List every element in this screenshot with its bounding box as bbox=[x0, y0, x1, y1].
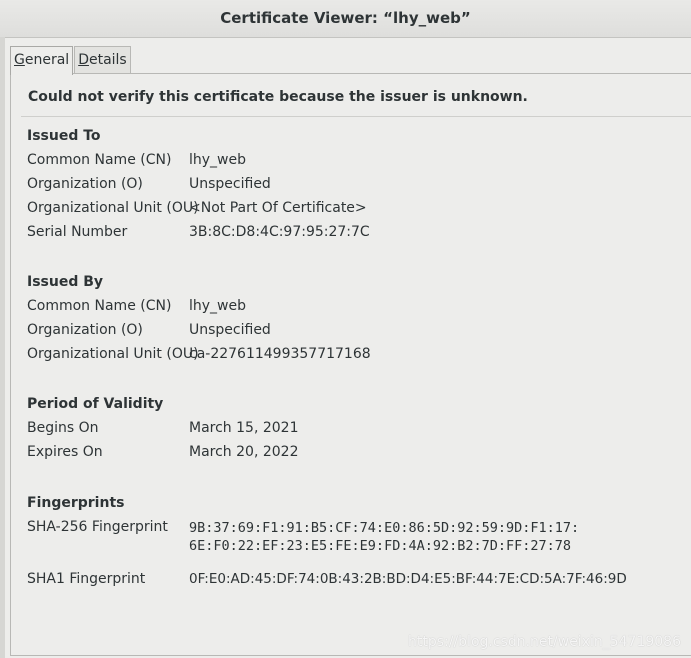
issued-by-cn-label: Common Name (CN) bbox=[27, 298, 172, 314]
sha1-value: 0F:E0:AD:45:DF:74:0B:43:2B:BD:D4:E5:BF:4… bbox=[189, 571, 627, 587]
issued-to-cn-value: lhy_web bbox=[189, 152, 246, 168]
tab-details-label: Details bbox=[78, 52, 127, 68]
sha256-value-line1: 9B:37:69:F1:91:B5:CF:74:E0:86:5D:92:59:9… bbox=[189, 520, 580, 536]
fingerprints-title: Fingerprints bbox=[27, 495, 125, 511]
begins-on-label: Begins On bbox=[27, 420, 99, 436]
issued-to-o-label: Organization (O) bbox=[27, 176, 143, 192]
tab-details[interactable]: Details bbox=[74, 46, 131, 73]
warning-separator bbox=[21, 116, 691, 117]
issued-to-ou-value: <Not Part Of Certificate> bbox=[189, 200, 367, 216]
issued-by-title: Issued By bbox=[27, 274, 104, 290]
window-title: Certificate Viewer: “lhy_web” bbox=[220, 9, 471, 27]
issued-to-title: Issued To bbox=[27, 128, 101, 144]
serial-number-value: 3B:8C:D8:4C:97:95:27:7C bbox=[189, 224, 370, 240]
sha256-label: SHA-256 Fingerprint bbox=[27, 519, 168, 535]
serial-number-label: Serial Number bbox=[27, 224, 128, 240]
window-left-edge bbox=[0, 37, 5, 658]
verification-warning: Could not verify this certificate becaus… bbox=[28, 89, 528, 105]
issued-by-ou-label: Organizational Unit (OU) bbox=[27, 346, 199, 362]
tab-mnemonic: D bbox=[78, 52, 89, 68]
issued-by-cn-value: lhy_web bbox=[189, 298, 246, 314]
watermark-text: https://blog.csdn.net/weixin_54719086 bbox=[407, 634, 681, 650]
tab-bar: General Details bbox=[10, 46, 131, 75]
sha1-label: SHA1 Fingerprint bbox=[27, 571, 146, 587]
sha256-value-line2: 6E:F0:22:EF:23:E5:FE:E9:FD:4A:92:B2:7D:F… bbox=[189, 538, 572, 554]
begins-on-value: March 15, 2021 bbox=[189, 420, 299, 436]
expires-on-label: Expires On bbox=[27, 444, 103, 460]
validity-title: Period of Validity bbox=[27, 396, 164, 412]
issued-by-ou-value: ca-227611499357717168 bbox=[189, 346, 371, 362]
issued-by-o-label: Organization (O) bbox=[27, 322, 143, 338]
issued-to-cn-label: Common Name (CN) bbox=[27, 152, 172, 168]
tab-general[interactable]: General bbox=[10, 46, 74, 75]
issued-to-ou-label: Organizational Unit (OU) bbox=[27, 200, 199, 216]
tab-general-label: General bbox=[14, 52, 70, 68]
issued-to-o-value: Unspecified bbox=[189, 176, 271, 192]
issued-by-o-value: Unspecified bbox=[189, 322, 271, 338]
expires-on-value: March 20, 2022 bbox=[189, 444, 299, 460]
title-bar: Certificate Viewer: “lhy_web” bbox=[0, 0, 691, 38]
tab-mnemonic: G bbox=[14, 52, 25, 68]
